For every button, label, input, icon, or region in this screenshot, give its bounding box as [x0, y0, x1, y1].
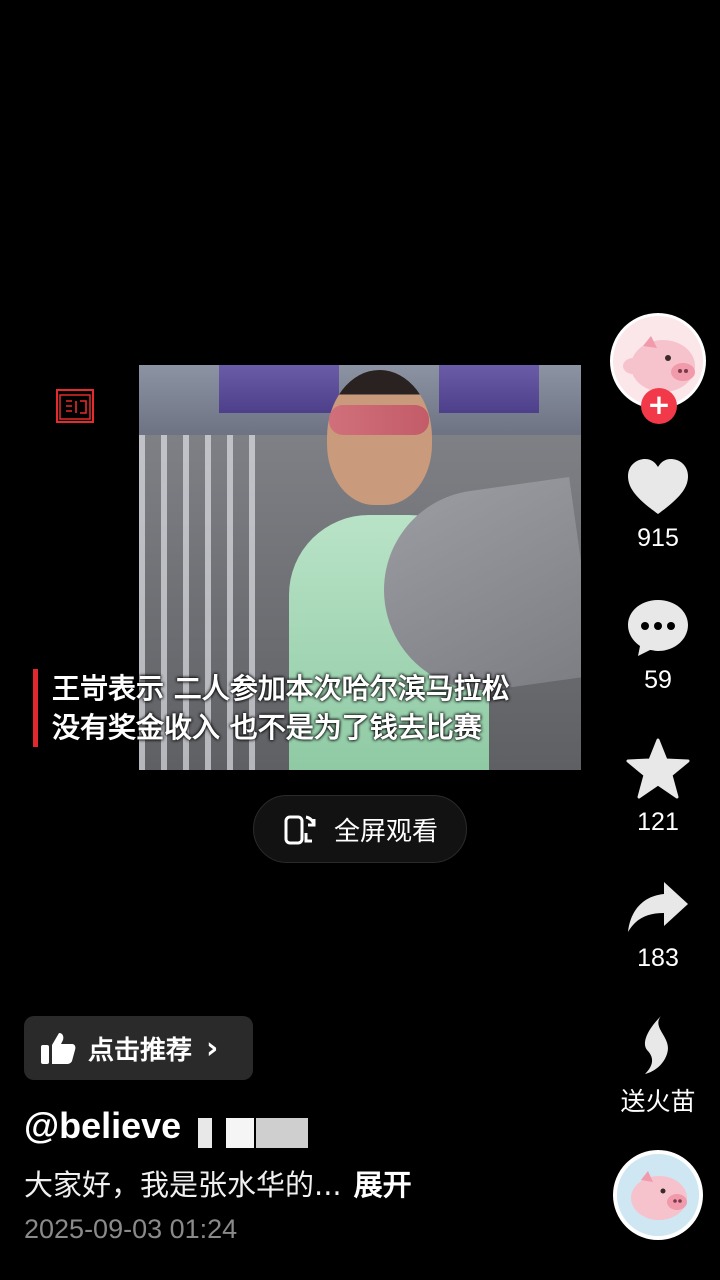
caption-line-2: 没有奖金收入 也不是为了钱去比赛: [52, 711, 482, 744]
favorite-count: 121: [637, 808, 679, 836]
caption-accent-bar: [33, 669, 38, 747]
author-username[interactable]: @believe: [24, 1105, 181, 1147]
recommend-label: 点击推荐: [88, 1035, 193, 1066]
like-count: 915: [637, 524, 679, 552]
comment-count: 59: [644, 666, 672, 694]
follow-button[interactable]: +: [641, 388, 677, 424]
comment-icon: [628, 600, 688, 656]
share-arrow-icon: [628, 882, 688, 932]
flame-icon: [644, 1016, 669, 1074]
send-fire-button[interactable]: 送火苗: [610, 1014, 706, 1118]
star-icon: [626, 738, 690, 799]
favorite-button[interactable]: 121: [610, 738, 706, 837]
video-banner: [439, 365, 539, 413]
fullscreen-button[interactable]: 全屏观看: [253, 795, 467, 863]
video-banner: [219, 365, 339, 413]
rotate-screen-icon: [284, 815, 316, 845]
channel-logo-icon: [59, 394, 91, 420]
send-fire-label: 送火苗: [620, 1088, 696, 1116]
music-disc[interactable]: [613, 1150, 703, 1240]
thumbs-up-icon: [41, 1033, 76, 1064]
video-runner-glasses: [329, 405, 429, 435]
post-timestamp: 2025-09-03 01:24: [24, 1214, 238, 1244]
channel-logo: [56, 389, 94, 423]
share-count: 183: [637, 944, 679, 972]
like-button[interactable]: 915: [610, 458, 706, 553]
username-redaction: [256, 1118, 308, 1148]
username-redaction: [226, 1118, 254, 1148]
recommend-button[interactable]: 点击推荐 ›: [24, 1016, 253, 1080]
fullscreen-label: 全屏观看: [334, 816, 439, 847]
caption-line-1: 王岢表示 二人参加本次哈尔滨马拉松: [52, 672, 510, 705]
chevron-right-icon: ›: [206, 1030, 219, 1066]
heart-icon: [628, 459, 688, 514]
video-caption: 王岢表示 二人参加本次哈尔滨马拉松 没有奖金收入 也不是为了钱去比赛: [52, 669, 510, 747]
share-button[interactable]: 183: [610, 880, 706, 973]
post-description: 大家好，我是张水华的... 展开: [24, 1162, 412, 1204]
username-redaction: [198, 1118, 212, 1148]
description-text: 大家好，我是张水华的...: [24, 1168, 342, 1202]
expand-link[interactable]: 展开: [354, 1168, 412, 1202]
video-runner-head: [327, 370, 432, 505]
pig-disc-icon: [617, 1154, 699, 1236]
comment-button[interactable]: 59: [610, 598, 706, 695]
